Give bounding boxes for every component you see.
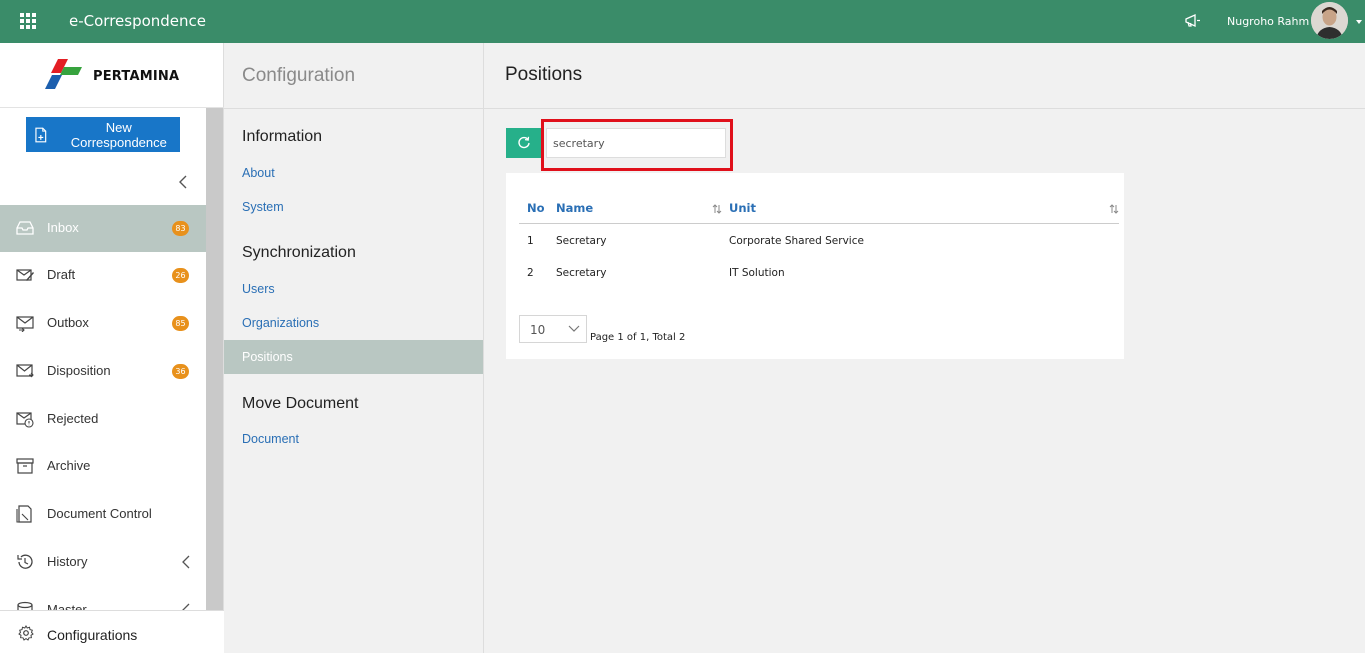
sidebar: PERTAMINA New Correspondence Inbox 83 Dr… [0, 43, 224, 653]
sidebar-item-draft[interactable]: Draft 26 [0, 252, 206, 299]
sidebar-item-rejected[interactable]: Rejected [0, 396, 206, 443]
archive-icon [16, 458, 34, 474]
new-correspondence-label: New Correspondence [70, 119, 167, 150]
config-link-label: About [242, 166, 275, 180]
sidebar-item-document-control[interactable]: Document Control [0, 491, 206, 538]
divider [484, 108, 1365, 109]
page-size-select[interactable]: 10 [519, 315, 587, 343]
history-icon [17, 554, 33, 569]
cell-unit: Corporate Shared Service [729, 235, 864, 247]
chevron-left-icon[interactable] [181, 603, 191, 610]
pertamina-logo-icon [45, 59, 82, 89]
sidebar-item-label: Outbox [47, 315, 89, 330]
pagination-info: Page 1 of 1, Total 2 [590, 332, 686, 343]
sidebar-scrollbar[interactable] [206, 108, 223, 611]
section-heading-information: Information [242, 128, 323, 145]
disposition-count-badge: 36 [172, 364, 189, 379]
draft-icon [16, 269, 34, 281]
refresh-icon [518, 136, 530, 149]
megaphone-icon[interactable] [1183, 12, 1203, 30]
config-link-label: System [242, 200, 284, 214]
sidebar-item-label: Document Control [47, 506, 152, 521]
section-heading-synchronization: Synchronization [242, 244, 356, 261]
logo-area: PERTAMINA [0, 43, 224, 108]
refresh-button[interactable] [506, 128, 542, 158]
page-size-value: 10 [530, 323, 546, 337]
config-link-label: Users [242, 282, 275, 296]
sidebar-item-configurations[interactable]: Configurations [0, 610, 224, 653]
apps-grid-icon[interactable] [20, 13, 36, 29]
cell-no: 2 [527, 267, 534, 279]
cell-name: Secretary [556, 267, 607, 279]
section-heading-move-document: Move Document [242, 395, 359, 412]
table-row[interactable]: 1 Secretary Corporate Shared Service [519, 225, 1119, 257]
disposition-icon [16, 364, 34, 378]
config-link-label: Organizations [242, 316, 320, 330]
page-title: Positions [505, 64, 583, 85]
divider [224, 108, 484, 109]
sidebar-item-label: History [47, 554, 88, 569]
column-header-unit[interactable]: Unit [729, 201, 756, 215]
sidebar-item-label: Disposition [47, 363, 111, 378]
positions-table-card: No Name Unit 1 Secretary Corporate Share… [506, 173, 1124, 359]
search-input[interactable] [546, 128, 726, 158]
config-link-organizations[interactable]: Organizations [224, 306, 483, 340]
config-link-users[interactable]: Users [224, 272, 483, 306]
chevron-left-icon[interactable] [181, 555, 191, 569]
draft-count-badge: 26 [172, 268, 189, 283]
avatar[interactable] [1311, 2, 1348, 39]
config-link-label: Document [242, 432, 299, 446]
inbox-count-badge: 83 [172, 221, 189, 236]
document-control-icon [16, 505, 32, 523]
configurations-label: Configurations [47, 627, 138, 643]
config-link-about[interactable]: About [224, 156, 483, 190]
user-name[interactable]: Nugroho Rahm [1227, 15, 1309, 28]
sidebar-item-history[interactable]: History [0, 539, 206, 586]
outbox-count-badge: 85 [172, 316, 189, 331]
config-link-document[interactable]: Document [224, 422, 483, 456]
sort-icon[interactable] [712, 203, 722, 215]
top-bar: e-Correspondence Nugroho Rahm [0, 0, 1365, 43]
sidebar-item-label: Archive [47, 458, 91, 473]
cell-no: 1 [527, 235, 534, 247]
logo-text: PERTAMINA [93, 69, 180, 84]
configuration-panel: Configuration Information About System S… [224, 43, 484, 653]
outbox-icon [16, 316, 34, 332]
panel-title: Configuration [242, 65, 356, 86]
main-content: Positions No Name Unit 1 Secretary [484, 43, 1365, 653]
sidebar-item-outbox[interactable]: Outbox 85 [0, 300, 206, 347]
app-title: e-Correspondence [69, 12, 207, 30]
config-link-positions[interactable]: Positions [224, 340, 483, 374]
config-link-system[interactable]: System [224, 190, 483, 224]
master-icon [17, 601, 33, 610]
sidebar-item-label: Draft [47, 267, 76, 282]
caret-down-icon[interactable] [1356, 20, 1362, 24]
sidebar-item-disposition[interactable]: Disposition 36 [0, 348, 206, 395]
inbox-icon [16, 221, 34, 235]
new-correspondence-button[interactable]: New Correspondence [26, 117, 180, 152]
config-link-label: Positions [242, 350, 293, 364]
sidebar-item-inbox[interactable]: Inbox 83 [0, 205, 206, 252]
rejected-icon [16, 412, 34, 428]
cell-unit: IT Solution [729, 267, 785, 279]
chevron-left-icon[interactable] [176, 174, 190, 190]
gear-icon [18, 625, 34, 641]
sidebar-item-label: Master [47, 602, 87, 610]
header-divider [519, 223, 1119, 224]
new-document-icon [35, 127, 47, 142]
sidebar-item-archive[interactable]: Archive [0, 443, 206, 490]
sort-icon[interactable] [1109, 203, 1119, 215]
cell-name: Secretary [556, 235, 607, 247]
column-header-name[interactable]: Name [556, 201, 593, 215]
chevron-down-icon [568, 325, 580, 332]
sidebar-item-label: Inbox [47, 220, 79, 235]
sidebar-item-master[interactable]: Master [0, 587, 206, 610]
table-row[interactable]: 2 Secretary IT Solution [519, 257, 1119, 289]
sidebar-item-label: Rejected [47, 411, 99, 426]
column-header-no[interactable]: No [527, 201, 545, 215]
